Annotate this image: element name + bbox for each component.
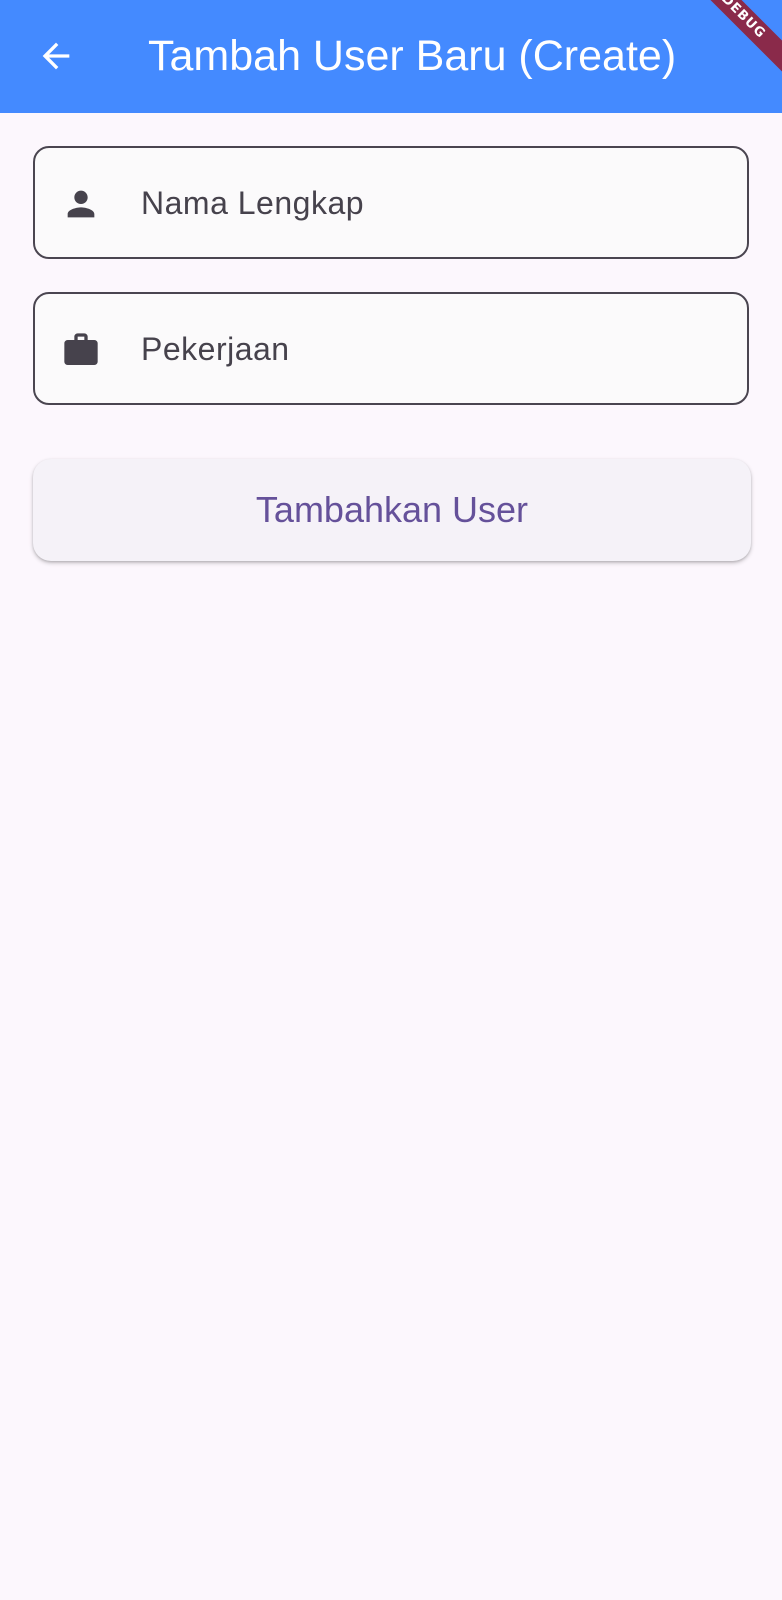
arrow-back-icon [42,42,70,70]
debug-banner-label: DEBUG [718,0,769,42]
back-button[interactable] [24,24,88,88]
briefcase-icon [61,330,101,370]
person-icon [61,184,101,224]
name-field[interactable] [33,146,749,259]
job-field[interactable] [33,292,749,405]
page-title: Tambah User Baru (Create) [148,32,677,80]
app-bar: Tambah User Baru (Create) DEBUG [0,0,782,113]
add-user-button[interactable]: Tambahkan User [33,459,751,561]
create-user-screen: Tambah User Baru (Create) DEBUG Tambahka… [0,0,782,1600]
name-input[interactable] [141,166,731,240]
debug-banner: DEBUG [675,0,782,85]
job-input[interactable] [141,312,731,386]
